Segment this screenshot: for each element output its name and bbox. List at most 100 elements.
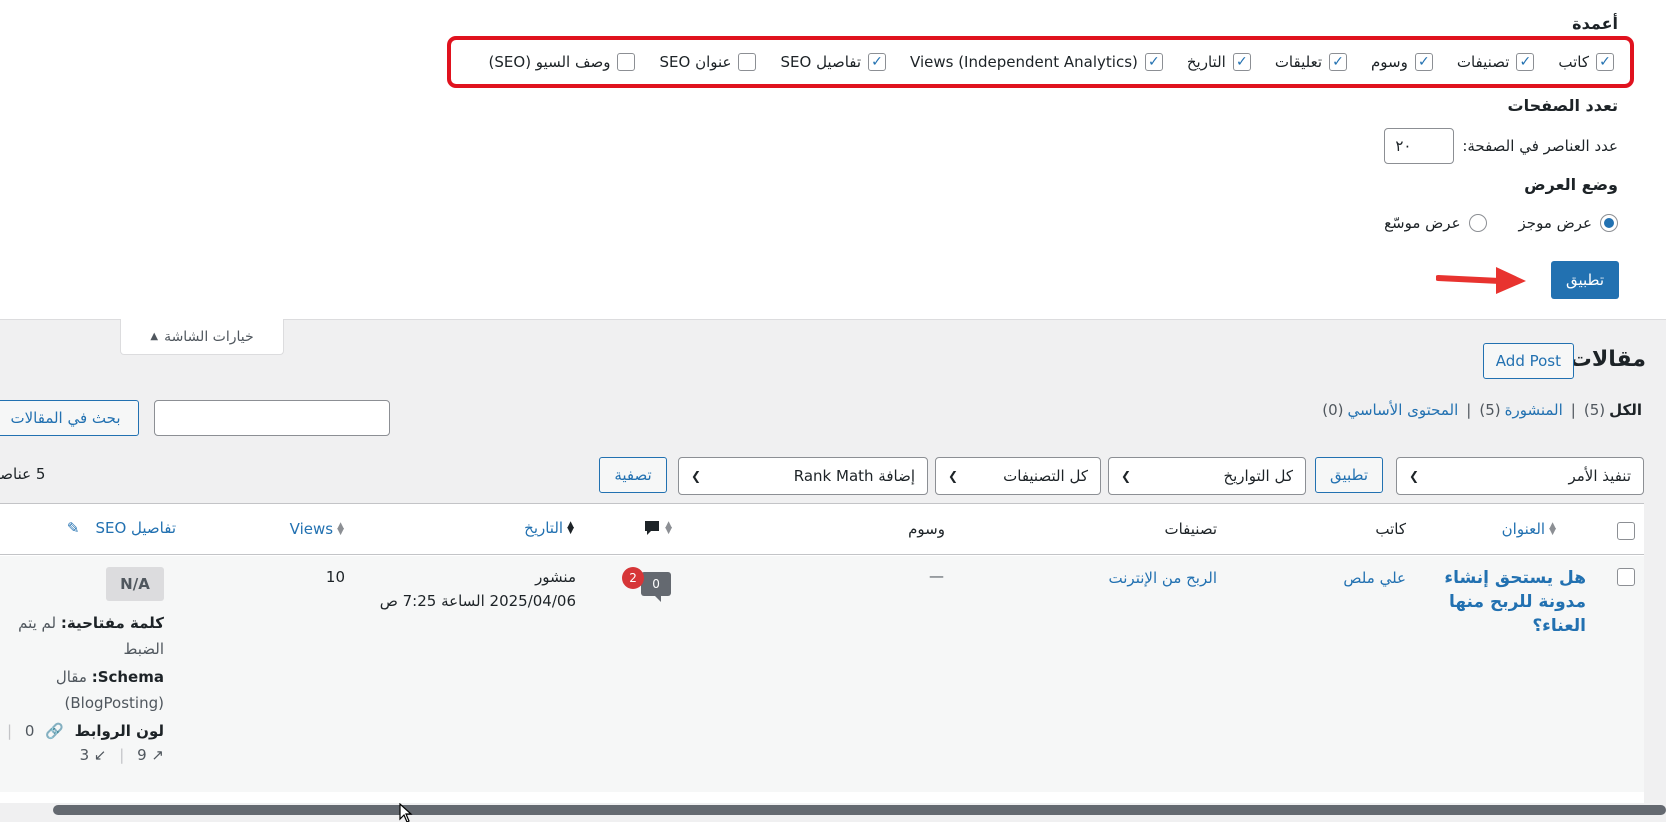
bulk-action-select[interactable]: تنفيذ الأمر ❯: [1396, 457, 1644, 495]
filter-separator: |: [1570, 401, 1576, 419]
column-option-label: تعليقات: [1274, 53, 1322, 71]
triangle-up-icon: ▲: [150, 331, 159, 342]
seo-links-second: ↗ 9 | ↙ 3: [79, 746, 164, 764]
column-option-author[interactable]: ✓ كاتب: [1558, 53, 1614, 71]
checkbox-checked-icon[interactable]: ✓: [1232, 53, 1251, 71]
columns-heading: أعمدة: [1572, 14, 1618, 33]
view-mode-heading: وضع العرض: [1524, 175, 1618, 194]
red-arrow-annotation-icon: [1436, 267, 1526, 294]
post-date: 2025/04/06 الساعة 7:25 ص: [379, 592, 576, 610]
approved-comments-count[interactable]: 0: [641, 572, 671, 602]
column-option-label: تفاصيل SEO: [780, 53, 862, 71]
filter-separator: |: [1466, 401, 1472, 419]
filter-published-count: (5): [1479, 401, 1501, 419]
column-option-categories[interactable]: ✓ تصنيفات: [1457, 53, 1535, 71]
select-all-checkbox[interactable]: [1617, 522, 1635, 540]
post-status: منشور: [535, 568, 576, 586]
columns-options-highlight: ✓ كاتب ✓ تصنيفات ✓ وسوم ✓ تعليقات ✓ التا…: [447, 36, 1634, 88]
posts-table: [0, 503, 1644, 803]
column-option-label: التاريخ: [1186, 53, 1226, 71]
external-links-count: 9: [137, 746, 147, 764]
column-header-categories: تصنيفات: [1164, 520, 1217, 538]
checkbox-checked-icon[interactable]: ✓: [868, 53, 887, 71]
rankmath-filter-select[interactable]: إضافة Rank Math ❯: [678, 457, 928, 495]
seo-schema: Schema: مقال: [55, 668, 164, 686]
checkbox-checked-icon[interactable]: ✓: [1596, 53, 1614, 71]
filter-published-link[interactable]: المنشورة: [1505, 401, 1563, 419]
column-header-author: كاتب: [1375, 520, 1406, 538]
column-option-seo-description[interactable]: وصف السيو (SEO): [489, 53, 636, 71]
horizontal-scrollbar[interactable]: [53, 805, 1666, 815]
radio-empty-icon[interactable]: [1468, 214, 1487, 232]
column-header-views[interactable]: ▲ ▼ Views: [290, 520, 348, 538]
chevron-down-icon: ❯: [691, 469, 702, 483]
column-header-tags: وسوم: [908, 520, 945, 538]
post-category-link[interactable]: الربح من الإنترنت: [1109, 569, 1217, 587]
sort-arrows-icon: ▲ ▼: [1549, 520, 1556, 537]
page-title: مقالات: [1569, 347, 1646, 372]
apply-screen-options-button[interactable]: تطبيق: [1551, 261, 1619, 299]
incoming-links-count: 3: [79, 746, 90, 764]
column-header-seo-details[interactable]: تفاصيل SEO ✎: [67, 519, 176, 537]
screen-options-tab-label: خيارات الشاشة: [164, 328, 254, 345]
column-option-label: تصنيفات: [1456, 53, 1510, 71]
per-page-setting: عدد العناصر في الصفحة: ٢٠: [1384, 128, 1618, 164]
add-post-button[interactable]: Add Post: [1482, 343, 1574, 379]
column-option-views[interactable]: ✓ Views (Independent Analytics): [910, 53, 1163, 71]
checkbox-checked-icon[interactable]: ✓: [1144, 53, 1163, 71]
view-mode-extended[interactable]: عرض موسّع: [1384, 214, 1487, 232]
pending-comments-badge[interactable]: 2: [622, 567, 644, 589]
mouse-cursor-icon: [399, 803, 413, 822]
column-option-date[interactable]: ✓ التاريخ: [1187, 53, 1251, 71]
column-header-comments[interactable]: ▲ ▼: [637, 519, 676, 537]
per-page-label: عدد العناصر في الصفحة:: [1462, 137, 1618, 155]
seo-score-badge[interactable]: N/A: [106, 567, 164, 601]
category-filter-select[interactable]: كل التصنيفات ❯: [935, 457, 1101, 495]
column-option-seo-details[interactable]: ✓ تفاصيل SEO: [780, 53, 887, 71]
screen-options-tab[interactable]: خيارات الشاشة ▲: [120, 319, 284, 355]
per-page-input[interactable]: ٢٠: [1384, 128, 1455, 164]
post-author-link[interactable]: علي ملص: [1343, 569, 1406, 587]
radio-selected-icon[interactable]: [1600, 214, 1618, 232]
post-status-filters: الكل (5) | المنشورة (5) | المحتوى الأساس…: [1322, 401, 1642, 419]
column-option-label: وسوم: [1371, 53, 1408, 71]
filter-button[interactable]: تصفية: [599, 457, 667, 493]
sort-arrows-icon: ▲ ▼: [665, 519, 672, 536]
checkbox-empty-icon[interactable]: [617, 53, 636, 71]
checkbox-checked-icon[interactable]: ✓: [1516, 53, 1535, 71]
chevron-down-icon: ❯: [948, 469, 959, 483]
chevron-down-icon: ❯: [1409, 469, 1420, 483]
sort-arrows-icon: ▲ ▼: [337, 520, 344, 537]
filter-all-link[interactable]: الكل: [1609, 401, 1642, 419]
column-option-label: عنوان SEO: [659, 53, 732, 71]
post-title-link[interactable]: هل يستحق إنشاء مدونة للربح منها العناء؟: [1436, 566, 1586, 638]
column-option-label: وصف السيو (SEO): [488, 53, 611, 71]
column-option-seo-title[interactable]: عنوان SEO: [659, 53, 757, 71]
checkbox-empty-icon[interactable]: [738, 53, 757, 71]
column-header-date[interactable]: ▲ ▼ التاريخ: [524, 519, 578, 537]
date-filter-select[interactable]: كل التواريخ ❯: [1108, 457, 1306, 495]
column-option-comments[interactable]: ✓ تعليقات: [1275, 53, 1347, 71]
sort-arrows-icon: ▲ ▼: [567, 519, 574, 536]
table-row: [0, 556, 1644, 792]
checkbox-checked-icon[interactable]: ✓: [1414, 53, 1433, 71]
seo-schema-cont: (BlogPosting): [64, 694, 164, 712]
search-posts-input[interactable]: [154, 400, 390, 436]
external-link-icon: ↗: [151, 746, 164, 764]
view-mode-options: عرض موجز عرض موسّع: [1352, 214, 1618, 232]
bulk-apply-button[interactable]: تطبيق: [1315, 457, 1383, 493]
search-posts-button[interactable]: بحث في المقالات: [0, 400, 139, 436]
column-option-label: Views (Independent Analytics): [910, 53, 1138, 71]
filter-cornerstone-link[interactable]: المحتوى الأساسي: [1347, 401, 1458, 419]
items-count: 5 عناصر: [0, 465, 46, 483]
column-option-tags[interactable]: ✓ وسوم: [1371, 53, 1433, 71]
table-nav-top: تنفيذ الأمر ❯ تطبيق كل التواريخ ❯ كل الت…: [0, 457, 1666, 495]
checkbox-checked-icon[interactable]: ✓: [1329, 53, 1347, 71]
internal-links-count: 0: [24, 722, 35, 740]
column-header-title[interactable]: ▲ ▼ العنوان: [1502, 520, 1560, 538]
view-mode-compact[interactable]: عرض موجز: [1519, 214, 1618, 232]
row-checkbox[interactable]: [1617, 568, 1635, 586]
seo-links: لون الروابط 🔗 0 |: [7, 722, 164, 740]
column-option-label: كاتب: [1558, 53, 1589, 71]
filter-cornerstone-count: (0): [1322, 401, 1344, 419]
